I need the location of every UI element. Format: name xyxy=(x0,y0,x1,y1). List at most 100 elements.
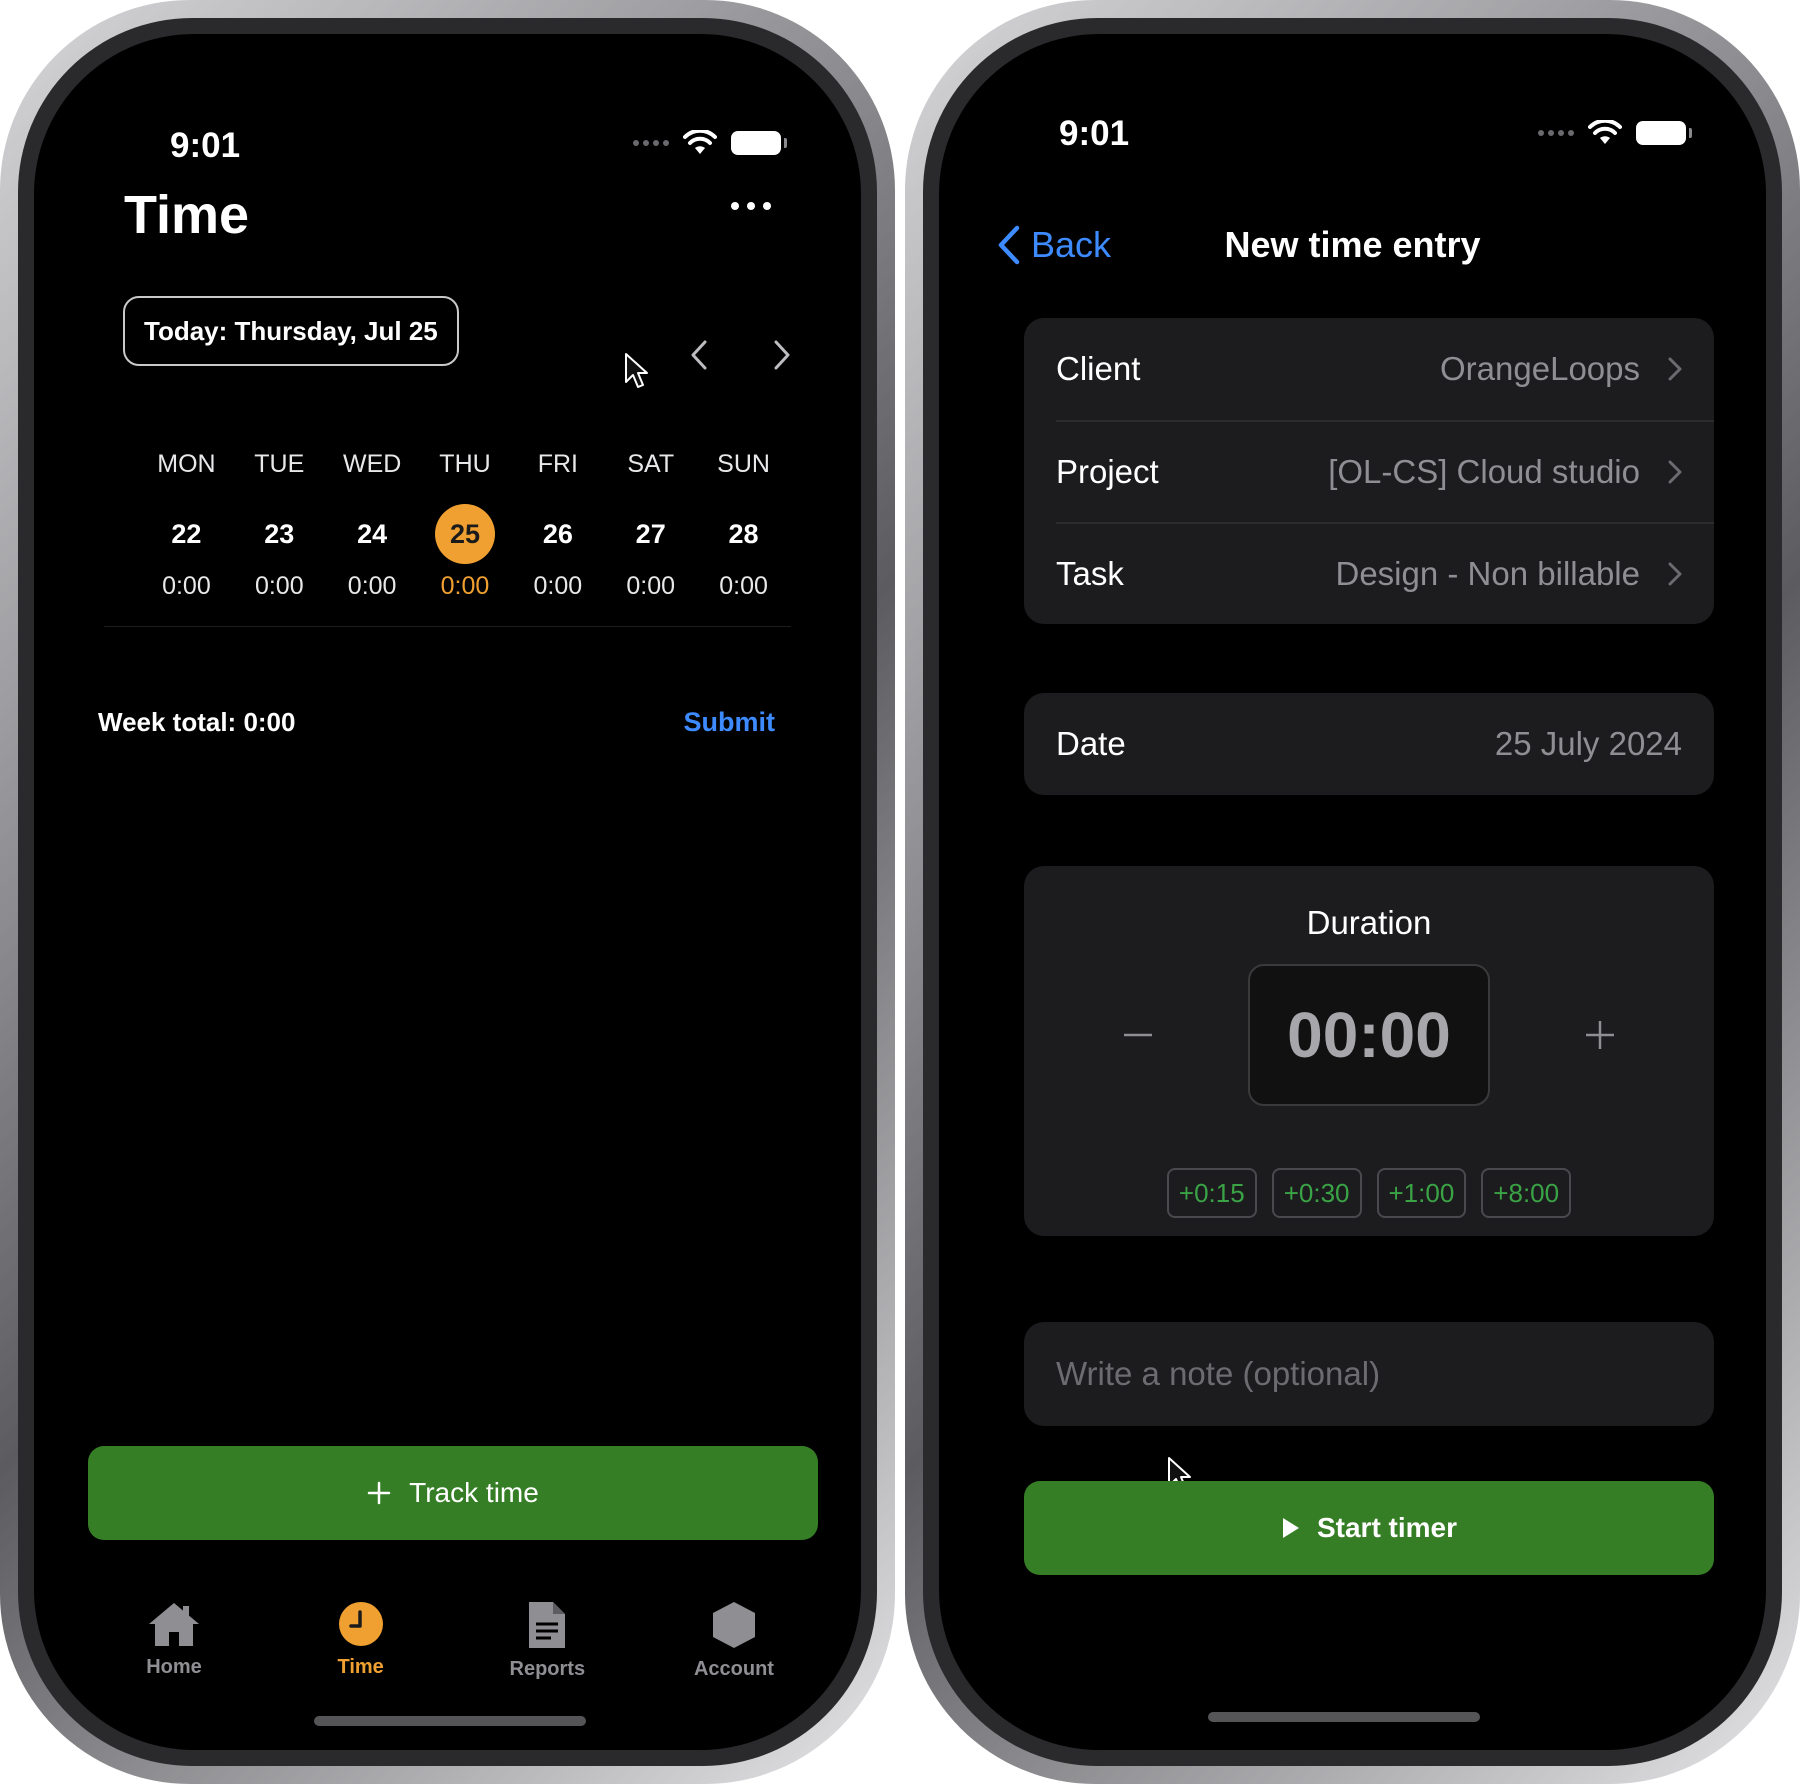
day-column-thu[interactable]: THU 25 0:00 xyxy=(419,444,512,601)
day-number[interactable]: 22 xyxy=(156,504,216,564)
more-options-icon[interactable] xyxy=(731,202,771,210)
day-name: SAT xyxy=(627,450,675,478)
date-card[interactable]: Date 25 July 2024 xyxy=(1024,693,1714,795)
day-name: SUN xyxy=(717,450,770,478)
cellular-signal-icon xyxy=(633,140,669,146)
wifi-icon xyxy=(1588,120,1622,144)
tab-reports[interactable]: Reports xyxy=(467,1600,627,1681)
wifi-icon xyxy=(683,130,717,154)
project-row[interactable]: Project [OL-CS] Cloud studio xyxy=(1056,420,1714,522)
quick-add-1h-button[interactable]: +1:00 xyxy=(1376,1168,1467,1218)
tab-home[interactable]: Home xyxy=(94,1600,254,1681)
submit-button[interactable]: Submit xyxy=(684,707,776,738)
house-icon xyxy=(149,1603,199,1646)
day-column-tue[interactable]: TUE 23 0:00 xyxy=(233,444,326,601)
plus-icon xyxy=(1586,1021,1614,1049)
task-value: Design - Non billable xyxy=(1335,555,1641,592)
tab-time[interactable]: Time xyxy=(281,1600,441,1681)
week-total-label: Week total: 0:00 xyxy=(98,707,296,737)
quick-add-15m-button[interactable]: +0:15 xyxy=(1166,1168,1257,1218)
mouse-cursor-icon xyxy=(625,353,648,388)
day-number[interactable]: 23 xyxy=(249,504,309,564)
day-name: THU xyxy=(439,450,491,478)
day-hours-selected: 0:00 xyxy=(440,572,490,600)
track-time-button[interactable]: Track time xyxy=(88,1446,818,1540)
start-timer-button[interactable]: Start timer xyxy=(1024,1481,1714,1575)
tab-label: Time xyxy=(337,1656,384,1678)
day-hours: 0:00 xyxy=(162,572,211,600)
next-week-chevron-icon[interactable] xyxy=(772,339,792,371)
day-number[interactable]: 27 xyxy=(621,504,681,564)
chevron-right-icon xyxy=(1668,460,1682,484)
phone-bezel: 9:01 Time Today: Thursday, Jul 25 MON 22… xyxy=(18,18,877,1766)
quick-add-buttons: +0:15 +0:30 +1:00 +8:00 xyxy=(1024,1168,1714,1218)
task-label: Task xyxy=(1056,555,1124,592)
battery-icon xyxy=(1636,121,1692,145)
play-icon xyxy=(1282,1518,1299,1538)
task-row[interactable]: Task Design - Non billable xyxy=(1056,522,1714,624)
tab-label: Reports xyxy=(509,1658,586,1680)
phone-frame-time-screen: 9:01 Time Today: Thursday, Jul 25 MON 22… xyxy=(0,0,895,1784)
day-hours: 0:00 xyxy=(626,572,676,600)
day-column-fri[interactable]: FRI 26 0:00 xyxy=(511,444,604,601)
clock-icon xyxy=(338,1602,383,1646)
day-name: FRI xyxy=(537,450,578,478)
day-number-selected[interactable]: 25 xyxy=(434,504,495,564)
tab-account[interactable]: Account xyxy=(654,1600,814,1681)
duration-card: Duration 00:00 +0:15 +0:30 +1:00 +8:00 xyxy=(1024,866,1714,1236)
decrease-duration-button[interactable] xyxy=(1118,1015,1158,1055)
project-value: [OL-CS] Cloud studio xyxy=(1328,453,1640,490)
week-strip: MON 22 0:00 TUE 23 0:00 WED 24 0:00 THU … xyxy=(140,444,790,601)
page-title: Time xyxy=(124,185,250,245)
previous-week-chevron-icon[interactable] xyxy=(689,339,709,371)
status-time: 9:01 xyxy=(170,126,241,165)
day-column-mon[interactable]: MON 22 0:00 xyxy=(140,444,233,601)
today-date-button[interactable]: Today: Thursday, Jul 25 xyxy=(123,296,459,366)
status-time: 9:01 xyxy=(1059,114,1130,153)
day-hours: 0:00 xyxy=(533,572,583,600)
day-column-sat[interactable]: SAT 27 0:00 xyxy=(604,444,697,601)
quick-add-30m-button[interactable]: +0:30 xyxy=(1271,1168,1362,1218)
time-screen: 9:01 Time Today: Thursday, Jul 25 MON 22… xyxy=(34,34,861,1750)
day-column-sun[interactable]: SUN 28 0:00 xyxy=(697,444,790,601)
minus-icon xyxy=(1124,1033,1152,1037)
date-row[interactable]: Date 25 July 2024 xyxy=(1024,693,1714,795)
duration-title: Duration xyxy=(1306,904,1432,941)
day-column-wed[interactable]: WED 24 0:00 xyxy=(326,444,419,601)
hexagon-icon xyxy=(712,1602,755,1648)
section-divider xyxy=(104,626,791,627)
day-name: MON xyxy=(157,450,216,478)
day-name: WED xyxy=(342,450,402,478)
battery-icon xyxy=(731,131,787,155)
chevron-left-icon xyxy=(998,225,1020,265)
day-hours: 0:00 xyxy=(254,572,304,600)
phone-bezel: 9:01 New time entry Back Client OrangeLo… xyxy=(923,18,1782,1766)
quick-add-8h-button[interactable]: +8:00 xyxy=(1481,1168,1572,1218)
start-timer-label: Start timer xyxy=(1316,1512,1458,1543)
tab-label: Home xyxy=(146,1656,202,1678)
duration-display[interactable]: 00:00 xyxy=(1248,964,1490,1106)
home-indicator[interactable] xyxy=(1208,1712,1480,1722)
day-number[interactable]: 26 xyxy=(528,504,588,564)
status-icons xyxy=(633,130,787,156)
document-icon xyxy=(529,1602,566,1648)
note-input[interactable]: Write a note (optional) xyxy=(1024,1322,1714,1426)
back-label: Back xyxy=(1031,224,1112,265)
status-icons xyxy=(1538,120,1692,146)
project-label: Project xyxy=(1056,453,1159,490)
day-hours: 0:00 xyxy=(719,572,768,600)
increase-duration-button[interactable] xyxy=(1580,1015,1620,1055)
chevron-right-icon xyxy=(1668,357,1682,381)
back-button[interactable]: Back xyxy=(997,224,1111,266)
day-number[interactable]: 28 xyxy=(714,504,774,564)
date-value: 25 July 2024 xyxy=(1494,725,1682,762)
plus-icon xyxy=(367,1481,391,1505)
track-time-label: Track time xyxy=(409,1477,539,1508)
day-number[interactable]: 24 xyxy=(342,504,402,564)
client-row[interactable]: Client OrangeLoops xyxy=(1024,318,1714,420)
day-hours: 0:00 xyxy=(347,572,397,600)
client-value: OrangeLoops xyxy=(1440,350,1640,387)
home-indicator[interactable] xyxy=(314,1716,586,1726)
new-entry-screen: 9:01 New time entry Back Client OrangeLo… xyxy=(939,34,1766,1750)
chevron-right-icon xyxy=(1668,562,1682,586)
